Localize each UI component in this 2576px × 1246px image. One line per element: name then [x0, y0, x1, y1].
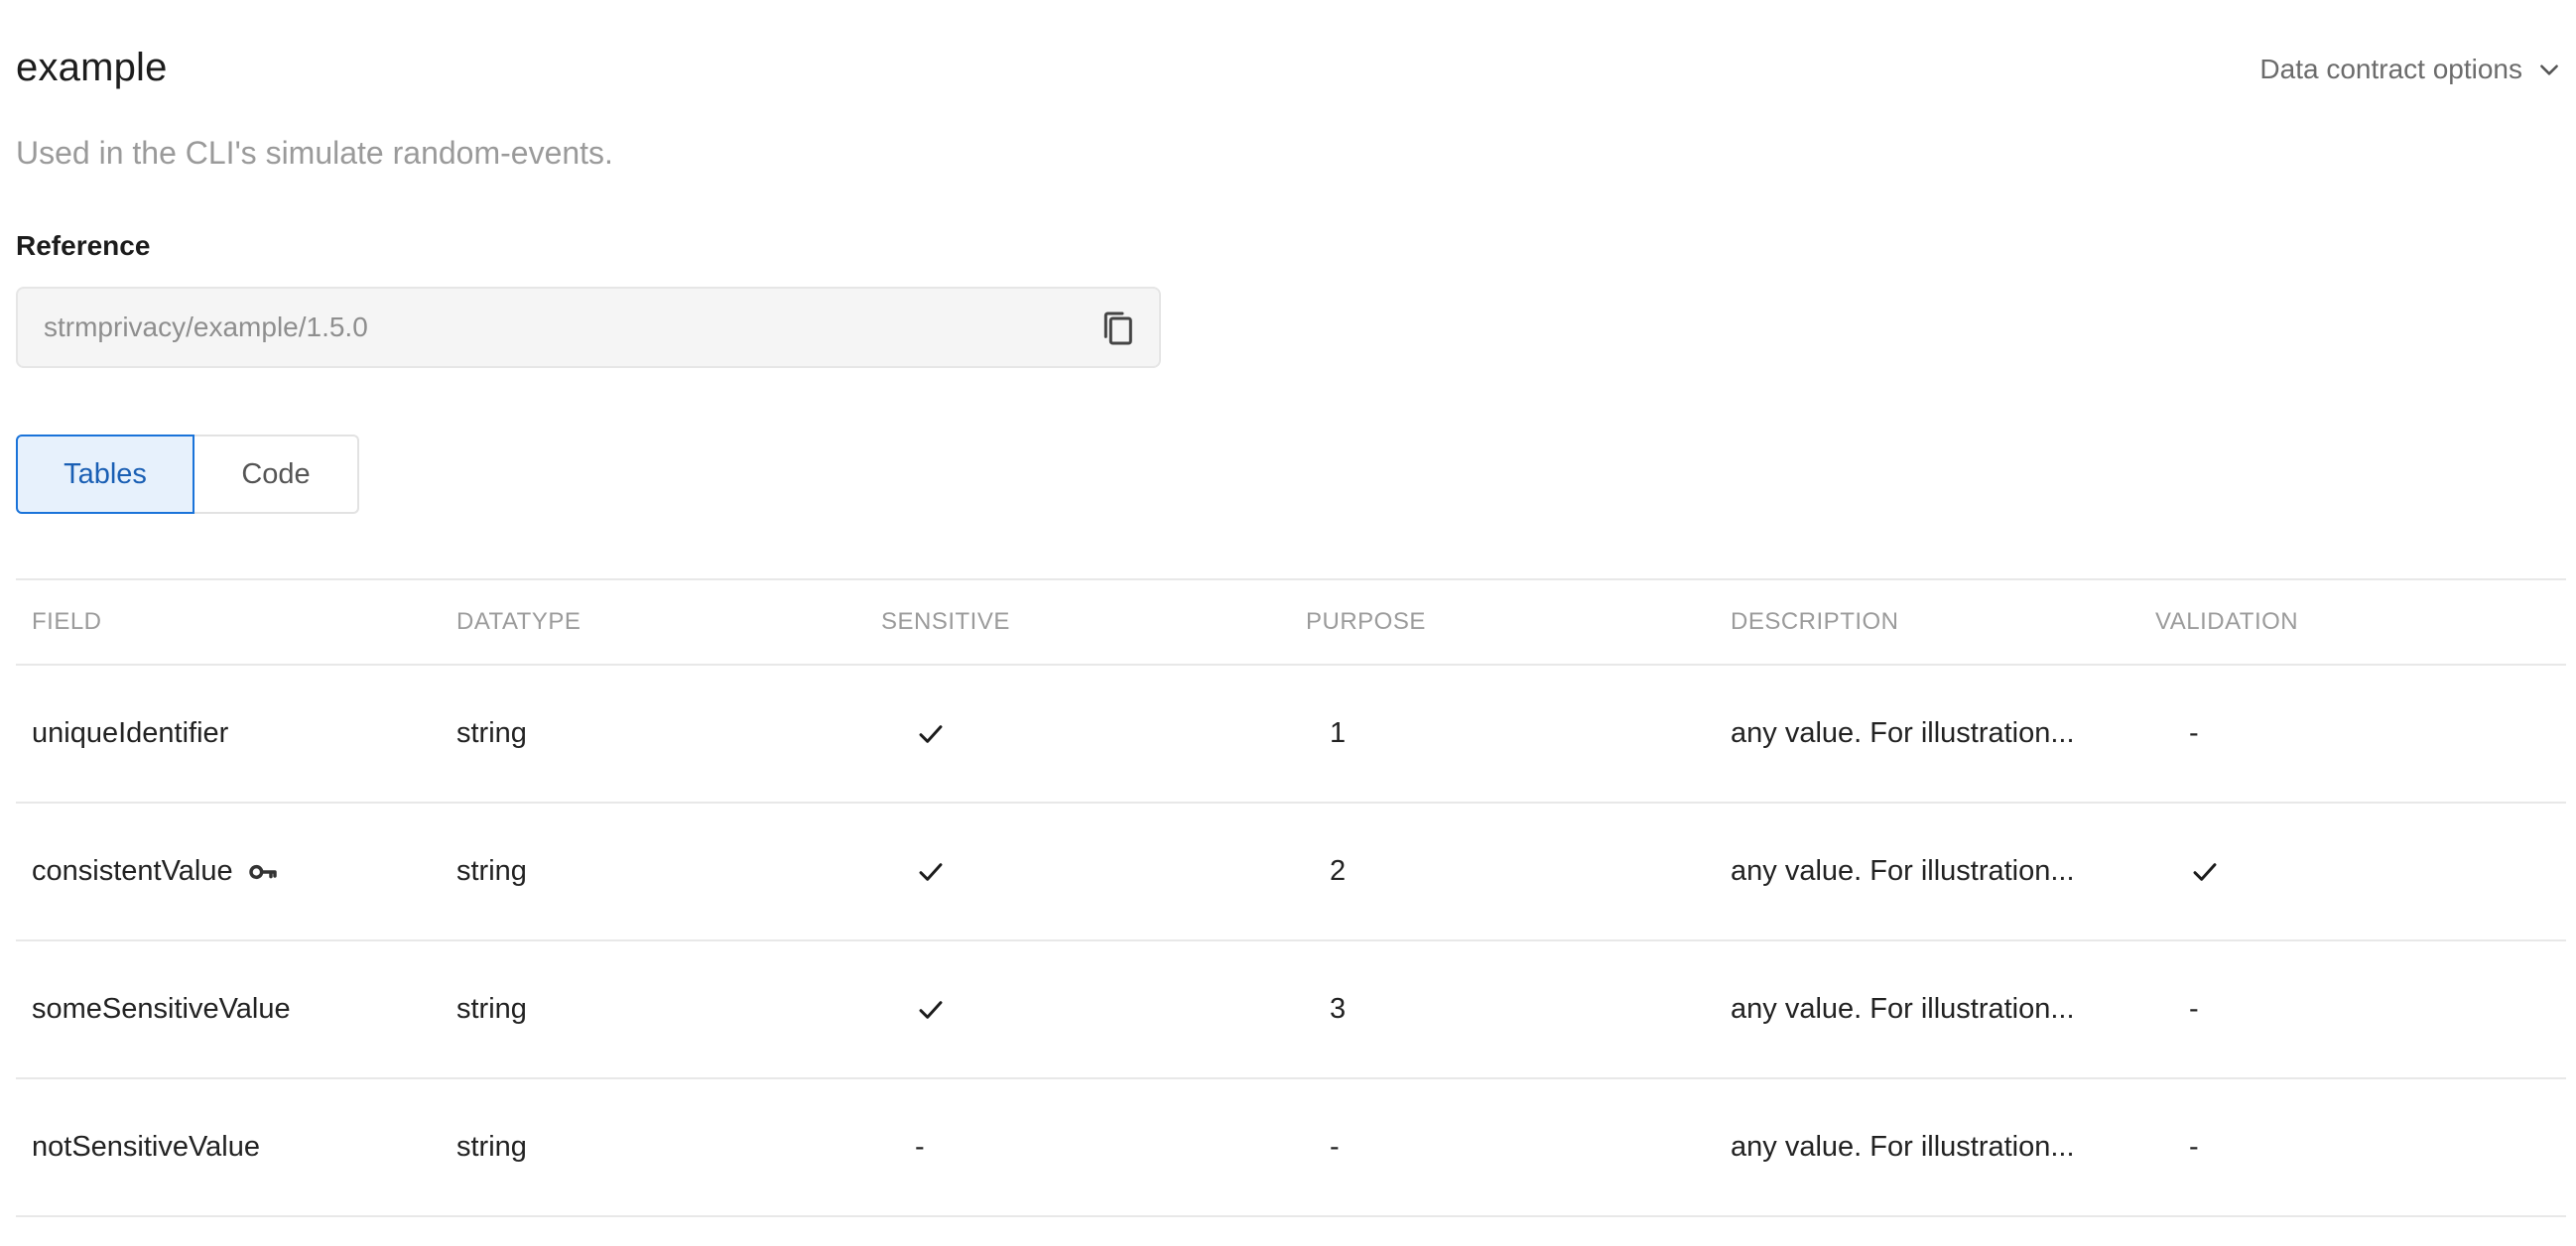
view-tabs: Tables Code	[16, 435, 359, 514]
reference-label: Reference	[16, 230, 151, 261]
validation-cell: -	[2139, 993, 2566, 1026]
datatype-cell: string	[456, 993, 527, 1025]
field-name: consistentValue	[32, 855, 233, 887]
column-header-field[interactable]: FIELD	[16, 608, 441, 636]
reference-input[interactable]	[42, 311, 1038, 344]
purpose-cell: 3	[1330, 993, 1347, 1025]
checkmark-icon	[2193, 863, 2217, 881]
copy-icon[interactable]	[1097, 309, 1137, 348]
tab-code[interactable]: Code	[194, 435, 359, 514]
validation-cell: -	[2139, 717, 2566, 750]
field-cell: someSensitiveValue	[16, 993, 441, 1026]
sensitive-cell	[865, 855, 1290, 888]
table-row[interactable]: uniqueIdentifier string 1 any value. For il…	[16, 666, 2566, 804]
column-header-description[interactable]: DESCRIPTION	[1715, 608, 2139, 636]
cell-value: -	[2189, 1131, 2199, 1163]
field-cell: consistentValue	[16, 855, 441, 888]
reference-field	[16, 287, 1161, 368]
checkmark-icon	[919, 1001, 943, 1019]
table-body: uniqueIdentifier string 1 any value. For il…	[16, 666, 2566, 1217]
field-name: notSensitiveValue	[32, 1131, 261, 1163]
cell-value: -	[2189, 717, 2199, 749]
key-icon	[248, 864, 277, 879]
field-cell: notSensitiveValue	[16, 1131, 441, 1164]
description-cell: any value. For illustration...	[1731, 993, 2075, 1025]
data-contract-options-dropdown[interactable]: Data contract options	[2259, 54, 2562, 85]
checkmark-icon	[919, 863, 943, 881]
sensitive-cell: -	[865, 1131, 1290, 1164]
field-name: someSensitiveValue	[32, 993, 291, 1025]
description-cell: any value. For illustration...	[1731, 855, 2075, 887]
table-row[interactable]: notSensitiveValue string - - any value. For …	[16, 1079, 2566, 1217]
sensitive-cell	[865, 993, 1290, 1026]
datatype-cell: string	[456, 1131, 527, 1163]
field-name: uniqueIdentifier	[32, 717, 229, 749]
column-header-sensitive[interactable]: SENSITIVE	[865, 608, 1290, 636]
purpose-cell: -	[1330, 1131, 1340, 1163]
description-cell: any value. For illustration...	[1731, 1131, 2075, 1163]
description-cell: any value. For illustration...	[1731, 717, 2075, 749]
purpose-cell: 2	[1330, 855, 1347, 887]
options-label: Data contract options	[2259, 54, 2522, 84]
column-header-datatype[interactable]: DATATYPE	[441, 608, 865, 636]
validation-cell: -	[2139, 1131, 2566, 1164]
datatype-cell: string	[456, 855, 527, 887]
purpose-cell: 1	[1330, 717, 1347, 749]
datatype-cell: string	[456, 717, 527, 749]
field-cell: uniqueIdentifier	[16, 717, 441, 750]
page-subtitle: Used in the CLI's simulate random-events…	[16, 135, 613, 171]
chevron-down-icon	[2540, 64, 2558, 75]
cell-value: -	[915, 1131, 925, 1163]
page-title: example	[16, 46, 168, 89]
checkmark-icon	[919, 725, 943, 743]
fields-table: FIELD DATATYPE SENSITIVE PURPOSE DESCRIP…	[16, 578, 2566, 1217]
tab-tables[interactable]: Tables	[16, 435, 194, 514]
column-header-purpose[interactable]: PURPOSE	[1290, 608, 1715, 636]
sensitive-cell	[865, 717, 1290, 750]
validation-cell	[2139, 855, 2566, 888]
table-row[interactable]: consistentValue string 2 any value. For ill…	[16, 804, 2566, 941]
cell-value: -	[2189, 993, 2199, 1025]
column-header-validation[interactable]: VALIDATION	[2139, 608, 2566, 636]
table-header-row: FIELD DATATYPE SENSITIVE PURPOSE DESCRIP…	[16, 580, 2566, 666]
table-row[interactable]: someSensitiveValue string 3 any value. For …	[16, 941, 2566, 1079]
